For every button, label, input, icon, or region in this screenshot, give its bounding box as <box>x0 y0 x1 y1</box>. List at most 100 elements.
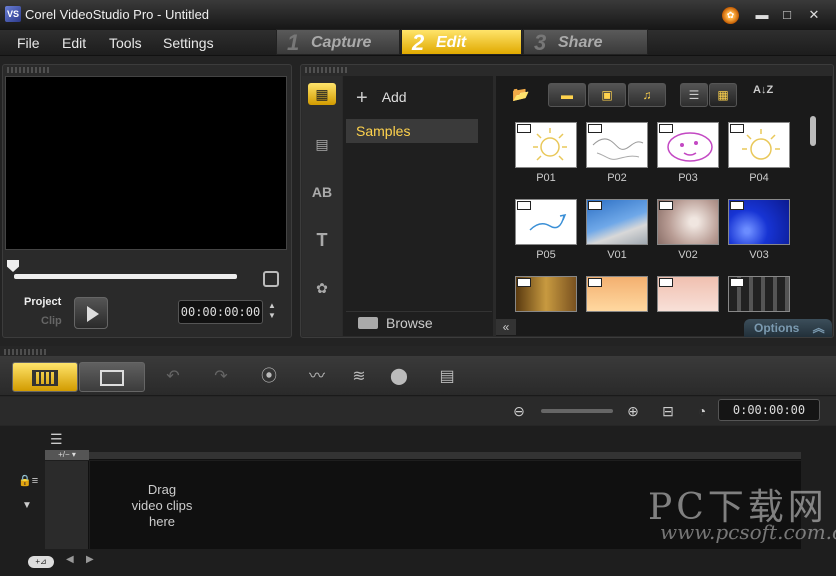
tab-capture[interactable]: 1 Capture <box>276 29 400 55</box>
tab-edit[interactable]: 2 Edit <box>401 29 522 55</box>
panel-grip[interactable] <box>4 349 48 355</box>
tab-edit-number: 2 <box>412 30 425 55</box>
auto-music-icon[interactable]: ≋ <box>346 366 372 388</box>
film-strip-icon <box>32 370 58 386</box>
folder-panel <box>343 76 493 336</box>
thumbnail[interactable] <box>515 199 577 245</box>
panel-grip[interactable] <box>305 67 349 73</box>
video-badge-icon <box>588 278 602 287</box>
record-capture-icon[interactable]: ⦿ <box>256 366 282 388</box>
text-category-icon[interactable]: T <box>308 229 336 251</box>
clip-mode-label[interactable]: Clip <box>41 315 62 327</box>
project-mode-label[interactable]: Project <box>24 296 61 308</box>
timeline-view-button[interactable] <box>79 362 145 392</box>
scroll-right-icon[interactable]: ▶ <box>86 554 94 565</box>
thumbnail-label: P03 <box>678 172 698 184</box>
redo-icon[interactable]: ↷ <box>208 366 234 388</box>
show-photos-button[interactable]: ▣ <box>588 83 626 107</box>
preview-screen <box>5 76 287 250</box>
thumbnail[interactable] <box>586 276 648 312</box>
chevron-down-icon[interactable]: ▼ <box>22 500 32 511</box>
video-badge-icon <box>517 278 531 287</box>
zoom-in-icon[interactable]: ⊕ <box>624 402 642 420</box>
media-category-icon[interactable]: ▦ <box>308 83 336 105</box>
audio-mixer-icon[interactable]: 〰 <box>304 366 330 388</box>
open-folder-icon[interactable]: 📂 <box>512 86 534 104</box>
chevron-up-icon: ︽ <box>812 321 825 335</box>
video-badge-icon <box>730 278 744 287</box>
collapse-library-icon[interactable]: « <box>496 319 516 335</box>
enlarge-preview-icon[interactable] <box>263 271 279 287</box>
track-menu-dropdown[interactable]: +/− ▾ <box>45 450 89 460</box>
track-ruler[interactable] <box>45 452 801 460</box>
panel-grip[interactable] <box>7 67 51 73</box>
scrubber-bar[interactable] <box>14 274 237 279</box>
track-list-icon[interactable]: ☰ <box>50 432 74 446</box>
undo-icon[interactable]: ↶ <box>160 366 186 388</box>
thumbnail[interactable] <box>586 122 648 168</box>
photo-badge-icon <box>517 124 531 133</box>
timeline-icon <box>100 370 124 386</box>
timecode-spinner[interactable]: ▲ ▼ <box>266 301 278 323</box>
thumbnail[interactable] <box>515 276 577 312</box>
thumbnail[interactable] <box>657 122 719 168</box>
menu-tools[interactable]: Tools <box>109 35 142 51</box>
app-window: VS Corel VideoStudio Pro - Untitled ✿ ▬ … <box>0 0 836 576</box>
photo-badge-icon <box>588 124 602 133</box>
add-track-button[interactable]: +⊿ <box>28 556 54 568</box>
video-badge-icon <box>588 201 602 210</box>
timeline-timecode[interactable]: 0:00:00:00 <box>718 399 820 421</box>
thumbnail[interactable] <box>728 199 790 245</box>
options-button[interactable]: Options ︽ <box>744 319 832 337</box>
menu-settings[interactable]: Settings <box>163 35 214 51</box>
videostudio-icon: VS <box>5 6 21 22</box>
photo-badge-icon <box>730 124 744 133</box>
browse-label: Browse <box>386 315 433 331</box>
track-manager-icon[interactable]: ⬤ <box>386 366 412 388</box>
thumbnail[interactable] <box>657 199 719 245</box>
tab-share[interactable]: 3 Share <box>523 29 648 55</box>
thumbnail[interactable] <box>728 276 790 312</box>
sort-icon[interactable]: A↓Z <box>753 84 775 106</box>
add-label: Add <box>381 89 407 105</box>
menu-edit[interactable]: Edit <box>62 35 86 51</box>
zoom-slider[interactable] <box>541 409 613 413</box>
track-lock-icon[interactable]: 🔒≡ <box>18 474 42 488</box>
menu-file[interactable]: File <box>17 35 40 51</box>
plus-icon: + <box>356 87 368 109</box>
subtitle-editor-icon[interactable]: ▤ <box>434 366 460 388</box>
thumbnail-label: P02 <box>607 172 627 184</box>
thumbnail-label: V03 <box>749 249 769 261</box>
list-view-button[interactable]: ☰ <box>680 83 708 107</box>
library-scrollbar[interactable] <box>810 116 816 146</box>
show-videos-button[interactable]: ▬ <box>548 83 586 107</box>
play-button[interactable] <box>74 297 108 329</box>
thumbnail[interactable] <box>515 122 577 168</box>
thumbnail[interactable] <box>657 276 719 312</box>
scroll-left-icon[interactable]: ◀ <box>66 554 74 565</box>
storyboard-view-button[interactable] <box>12 362 78 392</box>
preview-timecode[interactable]: 00:00:00:00 <box>178 300 263 324</box>
thumbnail-label: V01 <box>607 249 627 261</box>
video-badge-icon <box>730 201 744 210</box>
minimize-button[interactable]: ▬ <box>752 6 772 24</box>
thumbnail[interactable] <box>728 122 790 168</box>
filter-category-icon[interactable]: ✿ <box>308 277 336 299</box>
browse-button[interactable]: Browse <box>346 311 492 335</box>
tab-share-number: 3 <box>534 30 547 55</box>
maximize-button[interactable]: □ <box>777 6 797 24</box>
title-category-icon[interactable]: AB <box>308 181 336 203</box>
fit-to-window-icon[interactable]: ⊟ <box>659 402 677 420</box>
close-button[interactable]: ✕ <box>804 6 824 24</box>
thumbnail[interactable] <box>586 199 648 245</box>
thumbnail-label: P04 <box>749 172 769 184</box>
zoom-out-icon[interactable]: ⊖ <box>510 402 528 420</box>
folder-item-samples[interactable]: Samples <box>346 119 478 143</box>
thumbnail-view-button[interactable]: ▦ <box>709 83 737 107</box>
transition-category-icon[interactable]: ▤ <box>308 133 336 155</box>
clock-icon: ◔ <box>697 403 707 419</box>
logo-icon[interactable]: ✿ <box>722 7 739 24</box>
add-folder-button[interactable]: + Add <box>356 85 407 109</box>
show-audio-button[interactable]: ♫ <box>628 83 666 107</box>
thumbnail-label: V02 <box>678 249 698 261</box>
